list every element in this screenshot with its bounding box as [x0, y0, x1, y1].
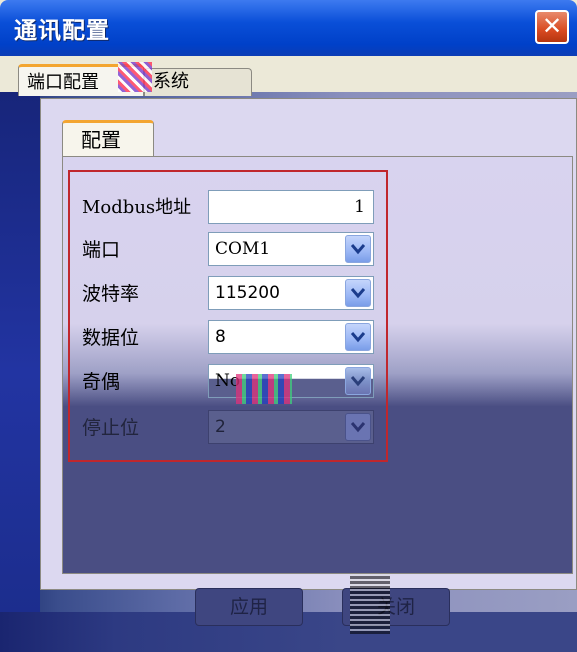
- dialog-window: 通讯配置 ✕ 端口配置 系统 配置 Modbus地址 1 端口 COM1 波特率…: [0, 0, 577, 652]
- port-value: COM1: [215, 239, 271, 259]
- data-bits-select[interactable]: 8: [208, 320, 374, 354]
- chevron-down-icon[interactable]: [345, 367, 371, 395]
- chevron-down-icon[interactable]: [345, 279, 371, 307]
- stop-bits-select[interactable]: 2: [208, 410, 374, 444]
- left-band: [0, 92, 40, 652]
- databits-label: 数据位: [82, 327, 140, 349]
- apply-button[interactable]: 应用: [195, 588, 303, 626]
- chevron-down-icon[interactable]: [345, 235, 371, 263]
- glitch-artifact: [236, 374, 292, 404]
- tab-config[interactable]: 配置: [62, 120, 154, 156]
- stopbits-label: 停止位: [82, 417, 140, 439]
- glitch-artifact: [118, 62, 152, 92]
- chevron-down-icon[interactable]: [345, 413, 371, 441]
- baud-value: 115200: [215, 283, 280, 303]
- chevron-down-icon[interactable]: [345, 323, 371, 351]
- modbus-label: Modbus地址: [82, 197, 192, 218]
- databits-value: 8: [215, 327, 226, 347]
- baud-label: 波特率: [82, 283, 140, 305]
- window-title: 通讯配置: [14, 18, 110, 44]
- glitch-artifact: [350, 574, 390, 634]
- tab-system[interactable]: 系统: [144, 68, 252, 96]
- modbus-address-input[interactable]: 1: [208, 190, 374, 224]
- title-bar[interactable]: 通讯配置 ✕: [0, 0, 577, 56]
- stopbits-value: 2: [215, 417, 226, 437]
- port-label: 端口: [82, 239, 121, 261]
- baud-rate-select[interactable]: 115200: [208, 276, 374, 310]
- port-select[interactable]: COM1: [208, 232, 374, 266]
- parity-label: 奇偶: [82, 371, 121, 393]
- close-icon[interactable]: ✕: [535, 10, 569, 44]
